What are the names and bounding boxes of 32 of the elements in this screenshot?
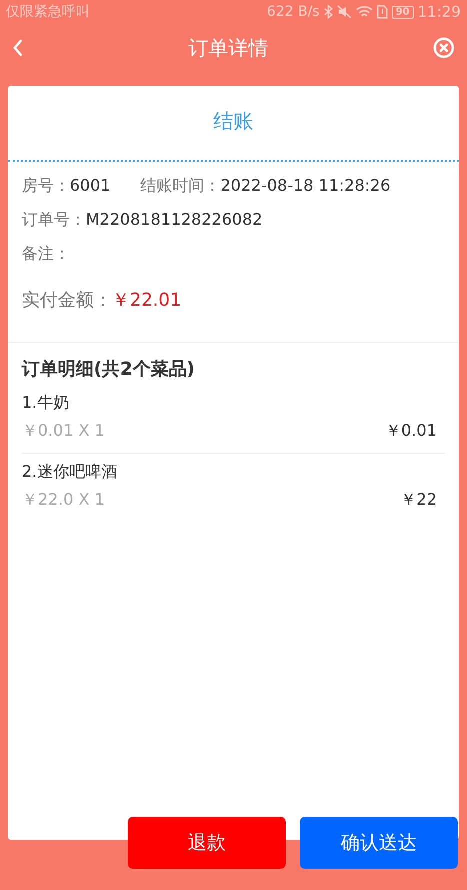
item-name: 2.迷你吧啤酒 <box>22 462 118 483</box>
carrier-text: 仅限紧急呼叫 <box>6 3 90 21</box>
close-icon <box>433 37 455 59</box>
sim-icon <box>376 5 388 19</box>
paid-amount: ￥22.01 <box>112 289 182 312</box>
order-number: M2208181128226082 <box>86 210 263 229</box>
wifi-icon <box>356 5 373 19</box>
details-title: 订单明细(共2个菜品) <box>22 358 196 381</box>
item-name: 1.牛奶 <box>22 393 70 414</box>
page-title: 订单详情 <box>188 34 268 62</box>
battery-level: 90 <box>392 6 414 18</box>
item-unit-price: ￥22.0 X 1 <box>22 490 105 511</box>
note-label: 备注： <box>22 244 70 265</box>
checkout-time: 2022-08-18 11:28:26 <box>220 176 391 195</box>
room-number: 6001 <box>70 176 111 195</box>
checkout-time-label: 结账时间： <box>140 176 221 197</box>
bluetooth-icon <box>324 5 333 19</box>
paid-amount-label: 实付金额： <box>22 289 112 312</box>
clock-time: 11:29 <box>418 3 461 21</box>
close-button[interactable] <box>433 37 455 59</box>
confirm-delivery-button[interactable]: 确认送达 <box>300 817 458 869</box>
item-subtotal: ￥0.01 <box>385 421 437 442</box>
back-button[interactable] <box>12 39 24 57</box>
section-title: 结账 <box>212 108 254 135</box>
mute-icon <box>336 5 352 19</box>
back-icon <box>12 39 24 57</box>
refund-button[interactable]: 退款 <box>128 817 286 869</box>
network-speed: 622 B/s <box>267 4 320 20</box>
item-subtotal: ￥22 <box>400 490 437 511</box>
order-number-label: 订单号： <box>22 210 86 231</box>
room-label: 房号： <box>22 176 70 197</box>
item-unit-price: ￥0.01 X 1 <box>22 421 105 442</box>
